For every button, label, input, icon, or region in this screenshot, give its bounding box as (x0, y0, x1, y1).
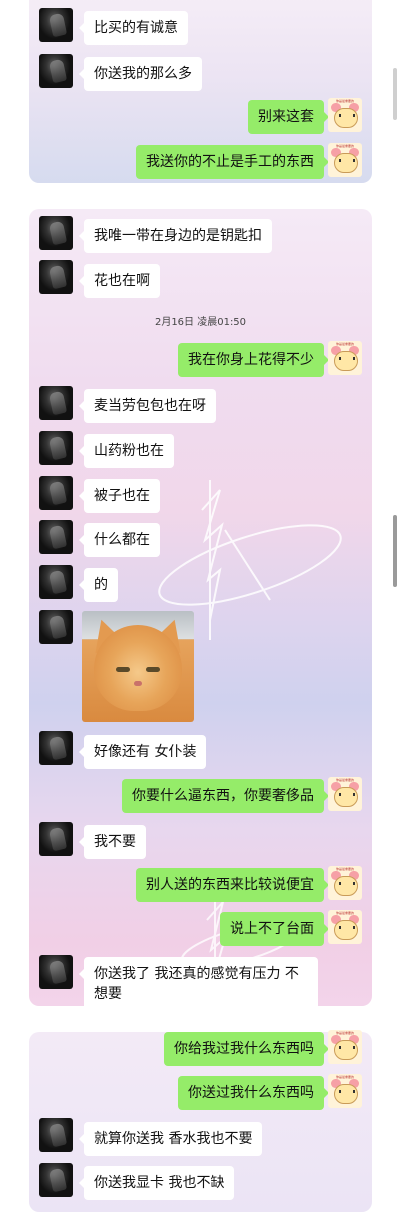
self-avatar[interactable]: 你是最重要的 (328, 1074, 362, 1108)
avatar-face (334, 1040, 358, 1060)
avatar-eyes (339, 1046, 355, 1049)
avatar-eyes (339, 793, 355, 796)
message-bubble[interactable]: 说上不了台面 (220, 912, 329, 946)
message-bubble[interactable]: 你送过我什么东西吗 (178, 1076, 329, 1110)
message-bubble[interactable]: 你送我了 我还真的感觉有压力 不想要 (79, 957, 318, 1011)
avatar-face (334, 108, 358, 128)
cat-eye (116, 667, 130, 672)
avatar-eyes (339, 1090, 355, 1093)
avatar-face (334, 351, 358, 371)
self-avatar[interactable]: 你是最重要的 (328, 98, 362, 132)
contact-avatar[interactable] (39, 520, 73, 554)
message-bubble[interactable]: 被子也在 (79, 479, 160, 513)
contact-avatar[interactable] (39, 565, 73, 599)
message-timestamp: 2月16日 凌晨01:50 (154, 317, 247, 328)
avatar-eyes (339, 159, 355, 162)
avatar-eyes (339, 882, 355, 885)
orange-cat-image[interactable] (82, 611, 194, 722)
contact-avatar[interactable] (39, 8, 73, 42)
message-bubble[interactable]: 你要什么逼东西，你要奢侈品 (122, 779, 329, 813)
contact-avatar[interactable] (39, 610, 73, 644)
message-bubble[interactable]: 你送我的那么多 (79, 57, 202, 91)
contact-avatar[interactable] (39, 431, 73, 465)
contact-avatar[interactable] (39, 731, 73, 765)
message-bubble[interactable]: 什么都在 (79, 523, 160, 557)
message-bubble[interactable]: 你送我显卡 我也不缺 (78, 1166, 235, 1200)
contact-avatar[interactable] (39, 1163, 73, 1197)
self-avatar[interactable]: 你是最重要的 (328, 143, 362, 177)
message-bubble[interactable]: 好像还有 女仆装 (78, 735, 207, 769)
self-avatar[interactable]: 你是最重要的 (328, 866, 362, 900)
contact-avatar[interactable] (39, 386, 73, 420)
scrollbar-thumb-top[interactable] (393, 68, 397, 120)
avatar-eyes (339, 926, 355, 929)
avatar-eyes (339, 357, 355, 360)
avatar-eyes (339, 114, 355, 117)
message-bubble[interactable]: 就算你送我 香水我也不要 (78, 1122, 263, 1156)
self-avatar[interactable]: 你是最重要的 (328, 341, 362, 375)
message-bubble[interactable]: 比买的有诚意 (79, 11, 188, 45)
scrollbar-thumb[interactable] (393, 515, 397, 587)
message-bubble[interactable]: 麦当劳包包也在呀 (79, 389, 216, 423)
contact-avatar[interactable] (39, 955, 73, 989)
message-bubble[interactable]: 别人送的东西来比较说便宜 (136, 868, 329, 902)
message-bubble[interactable]: 我唯一带在身边的是钥匙扣 (79, 219, 272, 253)
message-bubble[interactable]: 别来这套 (248, 100, 329, 134)
contact-avatar[interactable] (39, 1118, 73, 1152)
contact-avatar[interactable] (39, 260, 73, 294)
contact-avatar[interactable] (39, 822, 73, 856)
self-avatar[interactable]: 你是最重要的 (328, 1030, 362, 1064)
message-bubble[interactable]: 山药粉也在 (79, 434, 174, 468)
avatar-face (334, 153, 358, 173)
cat-eye (146, 667, 160, 672)
message-bubble[interactable]: 的 (79, 568, 118, 602)
avatar-face (334, 1084, 358, 1104)
message-bubble[interactable]: 我不要 (79, 825, 146, 859)
contact-avatar[interactable] (39, 54, 73, 88)
cat-nose (134, 681, 142, 686)
avatar-face (334, 920, 358, 940)
message-bubble[interactable]: 我送你的不止是手工的东西 (136, 145, 329, 179)
message-bubble[interactable]: 我在你身上花得不少 (178, 343, 329, 377)
self-avatar[interactable]: 你是最重要的 (328, 910, 362, 944)
self-avatar[interactable]: 你是最重要的 (328, 777, 362, 811)
cat-head (94, 625, 182, 711)
contact-avatar[interactable] (39, 476, 73, 510)
message-bubble[interactable]: 花也在啊 (79, 264, 160, 298)
avatar-face (334, 876, 358, 896)
avatar-face (334, 787, 358, 807)
contact-avatar[interactable] (39, 216, 73, 250)
message-bubble[interactable]: 你给我过我什么东西吗 (164, 1032, 329, 1066)
